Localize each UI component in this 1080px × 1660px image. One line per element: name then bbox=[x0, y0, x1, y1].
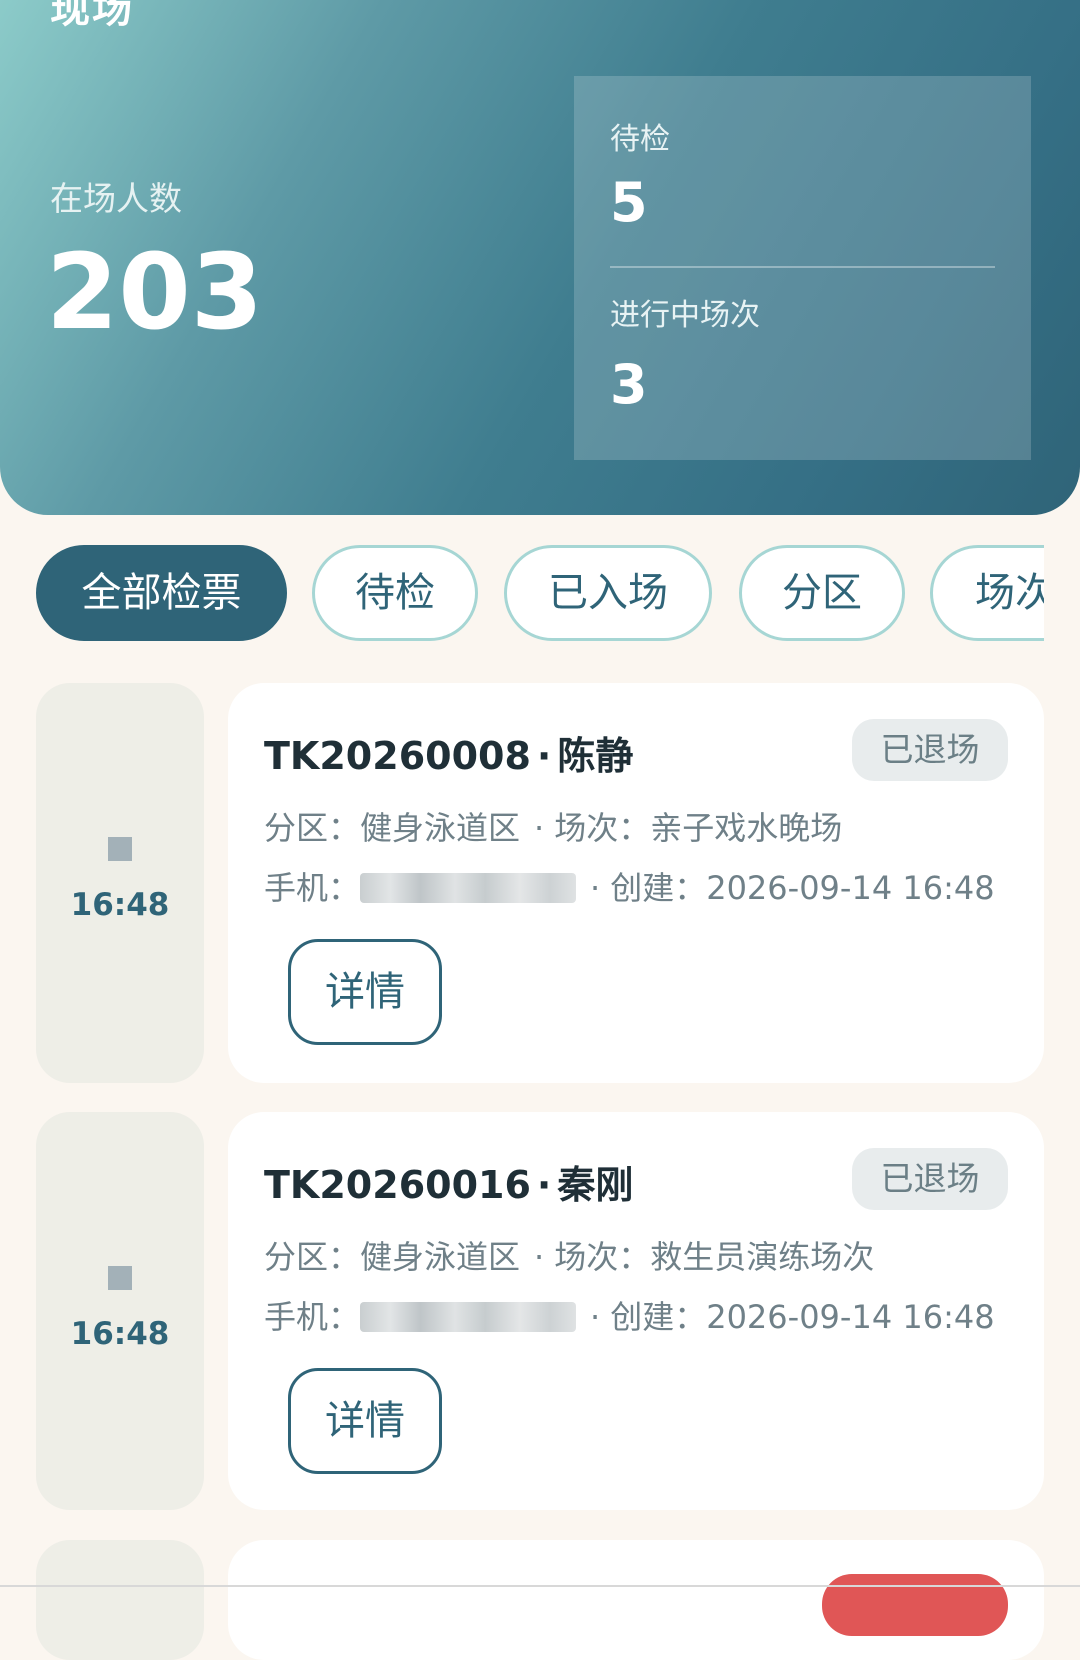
zone-label: 分区： bbox=[264, 809, 361, 847]
stats-header: 现场 在场人数 203 待检 5 进行中场次 3 bbox=[0, 0, 1080, 515]
session-label: 场次： bbox=[554, 809, 651, 847]
line-separator: · bbox=[590, 1298, 601, 1336]
session-value: 亲子戏水晚场 bbox=[650, 809, 843, 847]
ticket-zone-session-line: 分区：健身泳道区 · 场次：亲子戏水晚场 bbox=[264, 803, 842, 849]
ticket-card[interactable] bbox=[228, 1540, 1044, 1660]
title-separator: · bbox=[536, 734, 552, 778]
line-separator: · bbox=[590, 869, 601, 907]
onsite-count-value: 203 bbox=[46, 231, 264, 353]
ticket-phone-created-line: 手机： · 创建：2026-09-14 16:48 bbox=[264, 863, 995, 909]
filter-chip-bar[interactable]: 全部检票 待检 已入场 分区 场次 bbox=[36, 545, 1044, 641]
ticket-card[interactable]: TK20260016 · 秦刚 已退场 分区：健身泳道区 · 场次：救生员演练场次 手机… bbox=[228, 1112, 1044, 1510]
status-badge: 已退场 bbox=[852, 1148, 1008, 1210]
filter-chip-entered[interactable]: 已入场 bbox=[504, 545, 712, 641]
stats-divider bbox=[610, 266, 995, 268]
zone-label: 分区： bbox=[264, 1238, 361, 1276]
created-value: 2026-09-14 16:48 bbox=[706, 1298, 995, 1336]
ticket-holder-name: 秦刚 bbox=[557, 1163, 634, 1207]
line-separator: · bbox=[534, 1238, 545, 1276]
ticket-card[interactable]: TK20260008 · 陈静 已退场 分区：健身泳道区 · 场次：亲子戏水晚场 手机：… bbox=[228, 683, 1044, 1083]
status-badge: 已退场 bbox=[852, 719, 1008, 781]
ticket-time-column: 16:48 bbox=[36, 683, 204, 1083]
bottom-divider bbox=[0, 1585, 1080, 1587]
page-title: 现场 bbox=[50, 0, 134, 32]
pending-label: 待检 bbox=[610, 122, 670, 157]
phone-value-redacted bbox=[360, 1302, 577, 1332]
sessions-value: 3 bbox=[610, 353, 648, 416]
stats-panel: 待检 5 进行中场次 3 bbox=[574, 76, 1031, 460]
created-label: 创建： bbox=[610, 1298, 707, 1336]
ticket-title: TK20260016 · 秦刚 bbox=[264, 1154, 633, 1209]
status-square-icon bbox=[108, 837, 132, 861]
ticket-time: 16:48 bbox=[70, 1316, 170, 1352]
ticket-code: TK20260016 bbox=[264, 1163, 531, 1207]
pending-value: 5 bbox=[610, 171, 648, 234]
ticket-zone-session-line: 分区：健身泳道区 · 场次：救生员演练场次 bbox=[264, 1232, 874, 1278]
session-label: 场次： bbox=[554, 1238, 651, 1276]
created-value: 2026-09-14 16:48 bbox=[706, 869, 995, 907]
phone-value-redacted bbox=[360, 873, 577, 903]
ticket-time-column bbox=[36, 1540, 204, 1660]
detail-button[interactable]: 详情 bbox=[288, 1368, 442, 1474]
zone-value: 健身泳道区 bbox=[360, 1238, 521, 1276]
sessions-label: 进行中场次 bbox=[610, 298, 760, 333]
filter-chip-zone[interactable]: 分区 bbox=[739, 545, 905, 641]
detail-button[interactable]: 详情 bbox=[288, 939, 442, 1045]
ticket-holder-name: 陈静 bbox=[557, 734, 634, 778]
zone-value: 健身泳道区 bbox=[360, 809, 521, 847]
filter-chip-session[interactable]: 场次 bbox=[930, 545, 1044, 641]
line-separator: · bbox=[534, 809, 545, 847]
session-value: 救生员演练场次 bbox=[650, 1238, 875, 1276]
ticket-phone-created-line: 手机： · 创建：2026-09-14 16:48 bbox=[264, 1292, 995, 1338]
ticket-time-column: 16:48 bbox=[36, 1112, 204, 1510]
title-separator: · bbox=[536, 1163, 552, 1207]
ticket-code: TK20260008 bbox=[264, 734, 531, 778]
ticket-time: 16:48 bbox=[70, 887, 170, 923]
phone-label: 手机： bbox=[264, 1298, 361, 1336]
status-badge bbox=[822, 1574, 1008, 1636]
ticket-title: TK20260008 · 陈静 bbox=[264, 725, 633, 780]
status-square-icon bbox=[108, 1266, 132, 1290]
created-label: 创建： bbox=[610, 869, 707, 907]
onsite-count-label: 在场人数 bbox=[50, 179, 182, 218]
filter-chip-pending[interactable]: 待检 bbox=[312, 545, 478, 641]
filter-chip-all[interactable]: 全部检票 bbox=[36, 545, 287, 641]
phone-label: 手机： bbox=[264, 869, 361, 907]
